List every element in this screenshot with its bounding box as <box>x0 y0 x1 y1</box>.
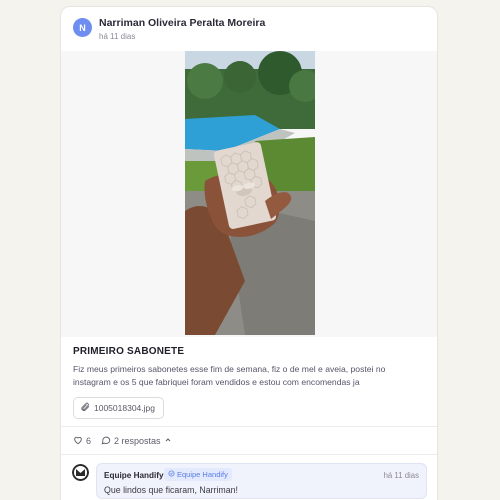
reply-author[interactable]: Equipe Handify <box>104 471 164 480</box>
replies-toggle[interactable]: 2 respostas <box>101 435 172 447</box>
attachment-name: 1005018304.jpg <box>94 403 155 413</box>
post-time: há 11 dias <box>99 32 136 41</box>
post-body: Fiz meus primeiros sabonetes esse fim de… <box>73 364 386 387</box>
divider <box>61 454 437 455</box>
author-name[interactable]: Narriman Oliveira Peralta Moreira <box>99 17 265 29</box>
post-header: N Narriman Oliveira Peralta Moreira há 1… <box>73 17 425 51</box>
post-title: PRIMEIRO SABONETE <box>73 346 185 357</box>
post-actions: 6 2 respostas <box>73 434 172 448</box>
divider <box>61 426 437 427</box>
chevron-up-icon <box>164 436 172 446</box>
reply-box: Equipe Handify Equipe Handify há 11 dias… <box>96 463 427 499</box>
post-card: N Narriman Oliveira Peralta Moreira há 1… <box>60 6 438 500</box>
team-badge-label: Equipe Handify <box>177 470 228 479</box>
author-avatar[interactable]: N <box>73 18 92 37</box>
heart-icon <box>73 435 83 447</box>
attachment-chip[interactable]: 1005018304.jpg <box>73 397 164 419</box>
post-photo[interactable] <box>185 51 315 335</box>
like-button[interactable]: 6 <box>73 435 91 447</box>
reply-avatar[interactable] <box>72 464 89 481</box>
replies-label: 2 respostas <box>114 436 161 446</box>
comment-icon <box>101 435 111 447</box>
like-count: 6 <box>86 436 92 446</box>
reply-text: Que lindos que ficaram, Narriman! <box>104 485 238 495</box>
media-area <box>61 51 437 337</box>
soap-photo <box>185 51 315 335</box>
paperclip-icon <box>80 402 90 414</box>
reply-time: há 11 dias <box>383 471 419 480</box>
verified-icon <box>168 470 175 479</box>
team-badge: Equipe Handify <box>164 468 232 481</box>
